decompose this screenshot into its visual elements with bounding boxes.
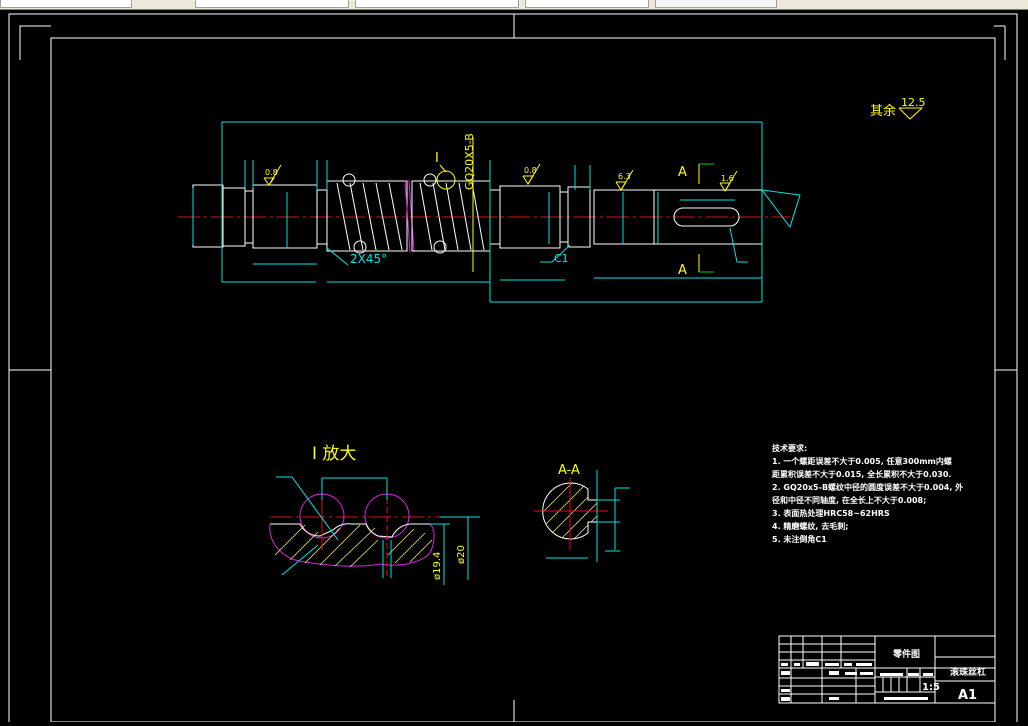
svg-text:A1: A1: [958, 688, 977, 703]
drawing-sheet: 其余 12.5 I GQ20X5-B 2X45° C1 0.8 0.8 6.3 …: [8, 13, 1018, 725]
section-view-A-A: A-A: [534, 463, 630, 562]
svg-text:距累积误差不大于0.015, 全长累积不大于0.030.: 距累积误差不大于0.015, 全长累积不大于0.030.: [772, 469, 951, 479]
title-block: 零件图 滚珠丝杠 1:5 A1: [778, 635, 996, 704]
section-marks: A A: [678, 163, 714, 278]
application-toolbar-strip: [0, 0, 1028, 10]
svg-text:径和中径不同轴度, 在全长上不大于0.008;: 径和中径不同轴度, 在全长上不大于0.008;: [772, 495, 926, 505]
svg-text:I: I: [435, 151, 439, 166]
svg-text:2. GQ20x5-B螺纹中径的圆度误差不大于0.004,: 2. GQ20x5-B螺纹中径的圆度误差不大于0.004, 外: [772, 482, 963, 492]
svg-text:滚珠丝杠: 滚珠丝杠: [950, 666, 986, 678]
svg-text:其余: 其余: [870, 103, 896, 119]
svg-text:A-A: A-A: [558, 463, 580, 478]
color-dropdown[interactable]: [355, 0, 519, 8]
svg-text:0.8: 0.8: [524, 166, 537, 175]
svg-text:1.6: 1.6: [721, 174, 734, 183]
lineweight-dropdown[interactable]: [655, 0, 777, 8]
toolbar-field[interactable]: [0, 0, 132, 8]
cad-drawing-canvas[interactable]: 其余 12.5 I GQ20X5-B 2X45° C1 0.8 0.8 6.3 …: [0, 10, 1028, 725]
toolbar-icons[interactable]: [135, 0, 175, 7]
main-view-shaft: I GQ20X5-B: [178, 133, 801, 272]
detail-view-I: I 放大 ø19.4 ø20: [269, 444, 480, 585]
svg-text:1. 一个螺距误差不大于0.005, 任意300mm内螺: 1. 一个螺距误差不大于0.005, 任意300mm内螺: [772, 456, 952, 466]
roughness-other-note: 其余 12.5: [870, 96, 926, 120]
svg-text:GQ20X5-B: GQ20X5-B: [463, 133, 476, 190]
svg-text:0.8: 0.8: [265, 168, 278, 177]
svg-text:1:5: 1:5: [922, 682, 940, 693]
svg-text:12.5: 12.5: [901, 96, 926, 109]
svg-text:零件图: 零件图: [892, 648, 920, 660]
layer-dropdown[interactable]: [195, 0, 349, 8]
chamfer-thread-label: 2X45°: [350, 252, 387, 266]
technical-requirements: 技术要求: 1. 一个螺距误差不大于0.005, 任意300mm内螺 距累积误差…: [772, 443, 963, 544]
svg-text:A: A: [678, 263, 687, 278]
svg-text:I 放大: I 放大: [312, 444, 356, 464]
svg-text:4. 精磨螺纹, 去毛刺;: 4. 精磨螺纹, 去毛刺;: [772, 521, 848, 531]
sheet-border: [8, 13, 1018, 725]
linetype-dropdown[interactable]: [525, 0, 649, 8]
svg-text:ø20: ø20: [456, 545, 467, 564]
svg-text:3. 表面热处理HRC58~62HRS: 3. 表面热处理HRC58~62HRS: [772, 508, 890, 518]
svg-text:技术要求:: 技术要求:: [772, 443, 807, 453]
chamfer-label: C1: [554, 252, 569, 265]
svg-text:ø19.4: ø19.4: [432, 552, 443, 580]
svg-text:A: A: [678, 165, 687, 180]
svg-text:5. 未注倒角C1: 5. 未注倒角C1: [772, 534, 827, 544]
detail-circle: [436, 170, 456, 190]
